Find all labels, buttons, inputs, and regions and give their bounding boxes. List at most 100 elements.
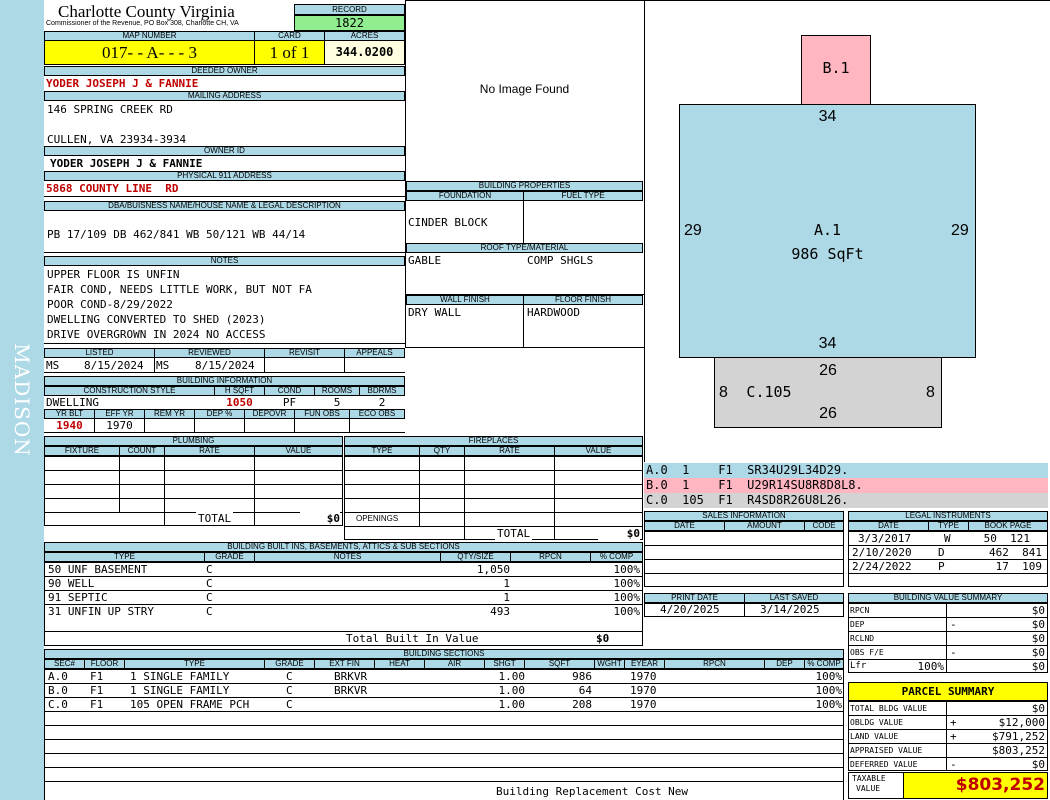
value-summary-label: BUILDING VALUE SUMMARY <box>848 593 1048 603</box>
sketch-dim-top: 34 <box>818 108 837 125</box>
section-grade: C <box>286 670 293 683</box>
cond-label: COND <box>264 386 315 396</box>
legal-row-type: P <box>938 560 945 573</box>
deeded-owner-label: DEEDED OWNER <box>44 66 405 76</box>
section-col: SQFT <box>524 659 595 669</box>
sketch-code-text: B.0 1 F1 U29R14SU8R8D8L8. <box>646 478 863 492</box>
fireplace-openings-label: OPENINGS <box>356 514 399 523</box>
section-comp: 100% <box>815 684 843 697</box>
builtin-grade: C <box>206 563 213 576</box>
roof-label: ROOF TYPE/MATERIAL <box>406 243 643 253</box>
builtin-qty: 493 <box>490 605 510 618</box>
builtins-label: BUILDING BUILT INS, BASEMENTS, ATTICS & … <box>44 542 643 552</box>
fireplace-col: RATE <box>464 446 555 456</box>
yrblt-label: YR BLT <box>44 409 95 419</box>
last-saved-label: LAST SAVED <box>744 593 844 603</box>
parcel-value-cell: $791,252 <box>992 730 1045 743</box>
section-col: FLOOR <box>84 659 125 669</box>
legal-row-date: 3/3/2017 <box>858 532 911 545</box>
sketch-code-row: B.0 1 F1 U29R14SU8R8D8L8. <box>644 478 1048 493</box>
legal-col: TYPE <box>928 521 969 531</box>
plumbing-col: FIXTURE <box>44 446 120 456</box>
section-eyear: 1970 <box>630 698 657 711</box>
legal-col: BOOK PAGE <box>968 521 1048 531</box>
builtin-type: 91 SEPTIC <box>48 591 108 604</box>
parcel-label-cell: OBLDG VALUE <box>850 718 903 727</box>
notes-label: NOTES <box>44 256 405 266</box>
note-line: DRIVE OVERGROWN IN 2024 NO ACCESS <box>47 328 266 341</box>
plumbing-total-label: TOTAL <box>196 512 234 525</box>
bdrms-label: BDRMS <box>359 386 405 396</box>
section-type: 105 OPEN FRAME PCH <box>130 698 250 711</box>
rooms-label: ROOMS <box>314 386 360 396</box>
section-col: WGHT <box>594 659 625 669</box>
listed-by: MS <box>46 359 60 372</box>
section-grade: C <box>286 698 293 711</box>
funobs-label: FUN OBS <box>294 409 350 419</box>
ecoobs-label: ECO OBS <box>349 409 405 419</box>
summary-value-cell: $0 <box>1031 646 1045 659</box>
section-comp: 100% <box>815 670 843 683</box>
effyr-label: EFF YR <box>94 409 145 419</box>
builtins-col: TYPE <box>44 552 205 562</box>
section-col: DEP <box>764 659 805 669</box>
dep-label: DEP % <box>194 409 245 419</box>
builtins-total-label: Total Built In Value <box>346 632 479 645</box>
floor-label: FLOOR FINISH <box>523 295 643 305</box>
legal-row-date: 2/10/2020 <box>852 546 912 559</box>
section-sqft: 986 <box>572 670 592 683</box>
builtin-comp: 100% <box>613 591 641 604</box>
physical-address-label: PHYSICAL 911 ADDRESS <box>44 171 405 181</box>
section-sec: C.0 <box>48 698 68 711</box>
card-value: 1 of 1 <box>254 40 325 65</box>
taxable-value: $803,252 <box>903 772 1048 799</box>
section-col: EYEAR <box>624 659 665 669</box>
summary-label-cell: OBS F/E <box>850 648 884 657</box>
plumbing-grid <box>44 456 343 526</box>
section-sqft: 64 <box>578 684 592 697</box>
county-title: Charlotte County Virginia <box>58 2 235 21</box>
builtin-qty: 1,050 <box>476 563 510 576</box>
section-col: GRADE <box>264 659 315 669</box>
section-extfin: BRKVR <box>334 684 368 697</box>
section-sec: B.0 <box>48 684 68 697</box>
section-grade: C <box>286 684 293 697</box>
legal-label: LEGAL INSTRUMENTS <box>848 511 1048 521</box>
fuel-label: FUEL TYPE <box>523 191 643 201</box>
legal-description: PB 17/109 DB 462/841 WB 50/121 WB 44/14 <box>47 228 306 241</box>
plumbing-col: COUNT <box>119 446 165 456</box>
section-col: TYPE <box>124 659 265 669</box>
replacement-cost-label: Building Replacement Cost New <box>496 785 689 798</box>
reviewed-date: 8/15/2024 <box>195 359 255 372</box>
parcel-value-cell: $12,000 <box>998 716 1045 729</box>
summary-value-cell: $0 <box>1031 618 1045 631</box>
parcel-label-cell: APPRAISED VALUE <box>850 746 923 755</box>
section-col: AIR <box>424 659 485 669</box>
sketch-code-text: A.0 1 F1 SR34U29L34D29. <box>646 463 849 477</box>
fireplace-col: TYPE <box>344 446 420 456</box>
print-date-label: PRINT DATE <box>644 593 745 603</box>
section-type: 1 SINGLE FAMILY <box>130 670 230 683</box>
parcel-value-cell: $0 <box>1031 702 1045 715</box>
legal-description-label: DBA/BUISNESS NAME/HOUSE NAME & LEGAL DES… <box>44 201 405 211</box>
owner-id-label: OWNER ID <box>44 146 405 156</box>
reviewed-by: MS <box>156 359 170 372</box>
sketch-label-c105: C.105 <box>746 383 792 401</box>
builtins-col: GRADE <box>204 552 255 562</box>
section-comp: 100% <box>815 698 843 711</box>
physical-address: 5868 COUNTY LINE RD <box>46 182 179 195</box>
parcel-sign-cell: + <box>950 716 957 729</box>
fireplace-total-label: TOTAL <box>495 527 533 540</box>
appeals-label: APPEALS <box>344 348 405 358</box>
listed-label: LISTED <box>44 348 155 358</box>
legal-row-date: 2/24/2022 <box>852 560 912 573</box>
sketch-dim-right: 29 <box>951 222 969 239</box>
fireplace-col: VALUE <box>554 446 643 456</box>
parcel-value-cell: $0 <box>1031 758 1045 771</box>
fireplace-total: $0 <box>598 527 640 540</box>
builtin-qty: 1 <box>503 577 510 590</box>
section-sec: A.0 <box>48 670 68 683</box>
taxable-label-2: VALUE <box>856 784 881 793</box>
plumbing-label: PLUMBING <box>44 436 343 446</box>
builtin-grade: C <box>206 591 213 604</box>
